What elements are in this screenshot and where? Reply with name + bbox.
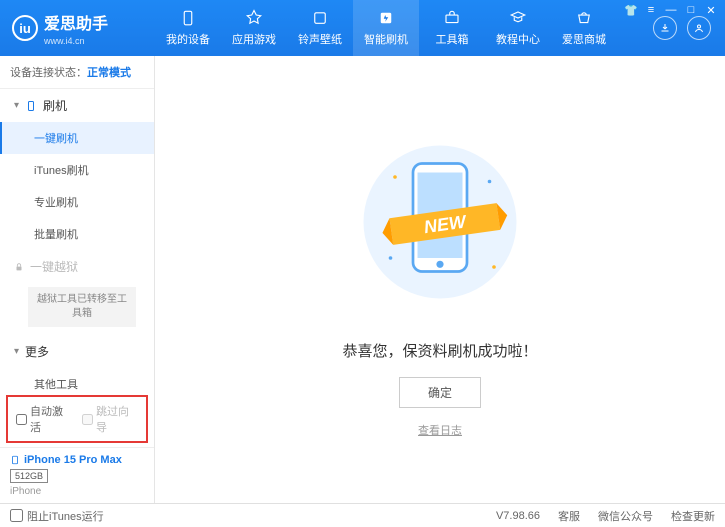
- jailbreak-note: 越狱工具已转移至工具箱: [28, 287, 136, 327]
- sidebar-itunes-flash[interactable]: iTunes刷机: [0, 154, 154, 186]
- options-highlight-box: 自动激活 跳过向导: [6, 395, 148, 443]
- success-message: 恭喜您，保资料刷机成功啦！: [342, 340, 537, 361]
- chevron-down-icon: ▾: [14, 100, 19, 111]
- skip-guide-checkbox[interactable]: 跳过向导: [82, 403, 138, 435]
- sidebar-pro-flash[interactable]: 专业刷机: [0, 186, 154, 218]
- logo: iu 爱思助手 www.i4.cn: [0, 10, 155, 46]
- close-icon[interactable]: ✕: [705, 4, 717, 16]
- nav-smart-flash[interactable]: 智能刷机: [353, 0, 419, 56]
- nav-store[interactable]: 爱思商城: [551, 0, 617, 56]
- nav-apps-games[interactable]: 应用游戏: [221, 0, 287, 56]
- phone-icon: [25, 100, 37, 112]
- download-button[interactable]: [653, 16, 677, 40]
- version-label: V7.98.66: [496, 510, 540, 522]
- device-storage: 512GB: [10, 469, 48, 483]
- auto-activate-checkbox[interactable]: 自动激活: [16, 403, 72, 435]
- device-info: iPhone 15 Pro Max 512GB iPhone: [0, 447, 154, 503]
- group-flash[interactable]: ▾刷机: [0, 89, 154, 122]
- device-type: iPhone: [10, 486, 144, 497]
- group-jailbreak[interactable]: 一键越狱: [0, 250, 154, 283]
- view-log-link[interactable]: 查看日志: [418, 422, 462, 438]
- sidebar-other-tools[interactable]: 其他工具: [0, 368, 154, 391]
- connection-status: 设备连接状态：正常模式: [0, 56, 154, 89]
- app-url: www.i4.cn: [44, 36, 108, 46]
- maximize-icon[interactable]: □: [685, 4, 697, 16]
- menu-icon[interactable]: ≡: [645, 4, 657, 16]
- header-right: [653, 16, 725, 40]
- device-name[interactable]: iPhone 15 Pro Max: [10, 454, 144, 466]
- nav-tutorials[interactable]: 教程中心: [485, 0, 551, 56]
- app-name: 爱思助手: [44, 10, 108, 34]
- block-itunes-checkbox[interactable]: 阻止iTunes运行: [10, 508, 104, 524]
- nav-ringtones[interactable]: 铃声壁纸: [287, 0, 353, 56]
- main-panel: NEW 恭喜您，保资料刷机成功啦！ 确定 查看日志: [155, 56, 725, 503]
- footer: 阻止iTunes运行 V7.98.66 客服 微信公众号 检查更新: [0, 503, 725, 527]
- support-link[interactable]: 客服: [558, 508, 580, 524]
- titlebar: iu 爱思助手 www.i4.cn 我的设备 应用游戏 铃声壁纸 智能刷机 工具…: [0, 0, 725, 56]
- sidebar: 设备连接状态：正常模式 ▾刷机 一键刷机 iTunes刷机 专业刷机 批量刷机 …: [0, 56, 155, 503]
- lock-icon: [14, 262, 24, 272]
- top-nav: 我的设备 应用游戏 铃声壁纸 智能刷机 工具箱 教程中心 爱思商城: [155, 0, 653, 56]
- check-update-link[interactable]: 检查更新: [671, 508, 715, 524]
- minimize-icon[interactable]: ―: [665, 4, 677, 16]
- user-button[interactable]: [687, 16, 711, 40]
- ok-button[interactable]: 确定: [399, 377, 481, 408]
- group-more[interactable]: ▾更多: [0, 335, 154, 368]
- success-illustration: NEW: [350, 122, 530, 322]
- nav-toolbox[interactable]: 工具箱: [419, 0, 485, 56]
- logo-icon: iu: [12, 15, 38, 41]
- skin-icon[interactable]: 👕: [625, 4, 637, 16]
- phone-icon: [10, 454, 20, 466]
- nav-my-device[interactable]: 我的设备: [155, 0, 221, 56]
- wechat-link[interactable]: 微信公众号: [598, 508, 653, 524]
- sidebar-onekey-flash[interactable]: 一键刷机: [0, 122, 154, 154]
- chevron-down-icon: ▾: [14, 346, 19, 357]
- sidebar-batch-flash[interactable]: 批量刷机: [0, 218, 154, 250]
- window-controls: 👕 ≡ ― □ ✕: [625, 4, 717, 16]
